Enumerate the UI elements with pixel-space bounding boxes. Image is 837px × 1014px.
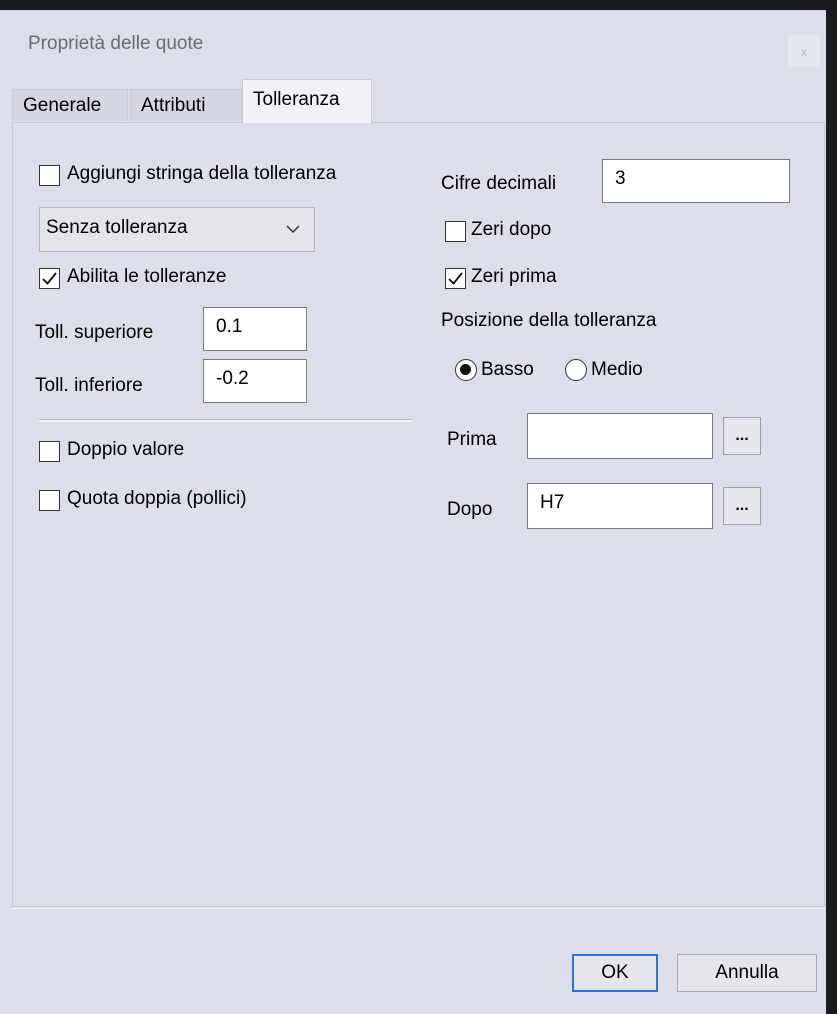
suffix-label: Dopo <box>447 499 493 520</box>
tab-generale[interactable]: Generale <box>12 89 128 121</box>
dialog-title: Proprietà delle quote <box>28 33 204 54</box>
double-value-checkbox[interactable] <box>39 441 60 462</box>
checkmark-icon <box>448 272 463 285</box>
tolerance-position-heading: Posizione della tolleranza <box>441 310 657 331</box>
close-button[interactable]: x <box>788 35 820 67</box>
upper-tolerance-label: Toll. superiore <box>35 322 154 343</box>
title-bar: Proprietà delle quote x <box>0 11 826 75</box>
prefix-input[interactable] <box>527 413 713 459</box>
trailing-zeros-label: Zeri dopo <box>471 219 552 240</box>
decimal-digits-label: Cifre decimali <box>441 173 557 194</box>
lower-tolerance-input[interactable]: -0.2 <box>203 359 307 403</box>
ok-button[interactable]: OK <box>572 954 658 992</box>
lower-tolerance-label: Toll. inferiore <box>35 375 143 396</box>
add-tolerance-string-checkbox[interactable] <box>39 165 60 186</box>
decimal-digits-input[interactable]: 3 <box>602 159 790 203</box>
position-medio-label: Medio <box>591 359 643 380</box>
leading-zeros-checkbox[interactable] <box>445 268 466 289</box>
prefix-label: Prima <box>447 429 497 450</box>
tab-attributi[interactable]: Attributi <box>130 89 242 121</box>
suffix-input[interactable]: H7 <box>527 483 713 529</box>
footer-separator <box>12 908 825 909</box>
enable-tolerances-checkbox[interactable] <box>39 268 60 289</box>
separator <box>39 419 413 422</box>
tolerance-type-value: Senza tolleranza <box>46 217 188 238</box>
enable-tolerances-label: Abilita le tolleranze <box>67 266 227 287</box>
trailing-zeros-checkbox[interactable] <box>445 221 466 242</box>
tolerance-type-dropdown[interactable]: Senza tolleranza <box>39 207 315 252</box>
chevron-down-icon <box>286 225 300 234</box>
tab-tolleranza[interactable]: Tolleranza <box>242 79 372 123</box>
upper-tolerance-input[interactable]: 0.1 <box>203 307 307 351</box>
dual-dimension-label: Quota doppia (pollici) <box>67 488 247 509</box>
dual-dimension-checkbox[interactable] <box>39 490 60 511</box>
radio-selected-dot <box>460 364 471 375</box>
add-tolerance-string-label: Aggiungi stringa della tolleranza <box>67 163 337 184</box>
position-medio-radio[interactable] <box>565 359 587 381</box>
suffix-browse-button[interactable]: ... <box>723 487 761 525</box>
dimension-properties-dialog: Proprietà delle quote x Generale Attribu… <box>0 10 826 1014</box>
position-basso-label: Basso <box>481 359 534 380</box>
position-basso-radio[interactable] <box>455 359 477 381</box>
double-value-label: Doppio valore <box>67 439 185 460</box>
cancel-button[interactable]: Annulla <box>677 954 817 992</box>
tolerance-panel: Aggiungi stringa della tolleranza Senza … <box>12 122 825 907</box>
checkmark-icon <box>42 272 57 285</box>
prefix-browse-button[interactable]: ... <box>723 417 761 455</box>
leading-zeros-label: Zeri prima <box>471 266 557 287</box>
